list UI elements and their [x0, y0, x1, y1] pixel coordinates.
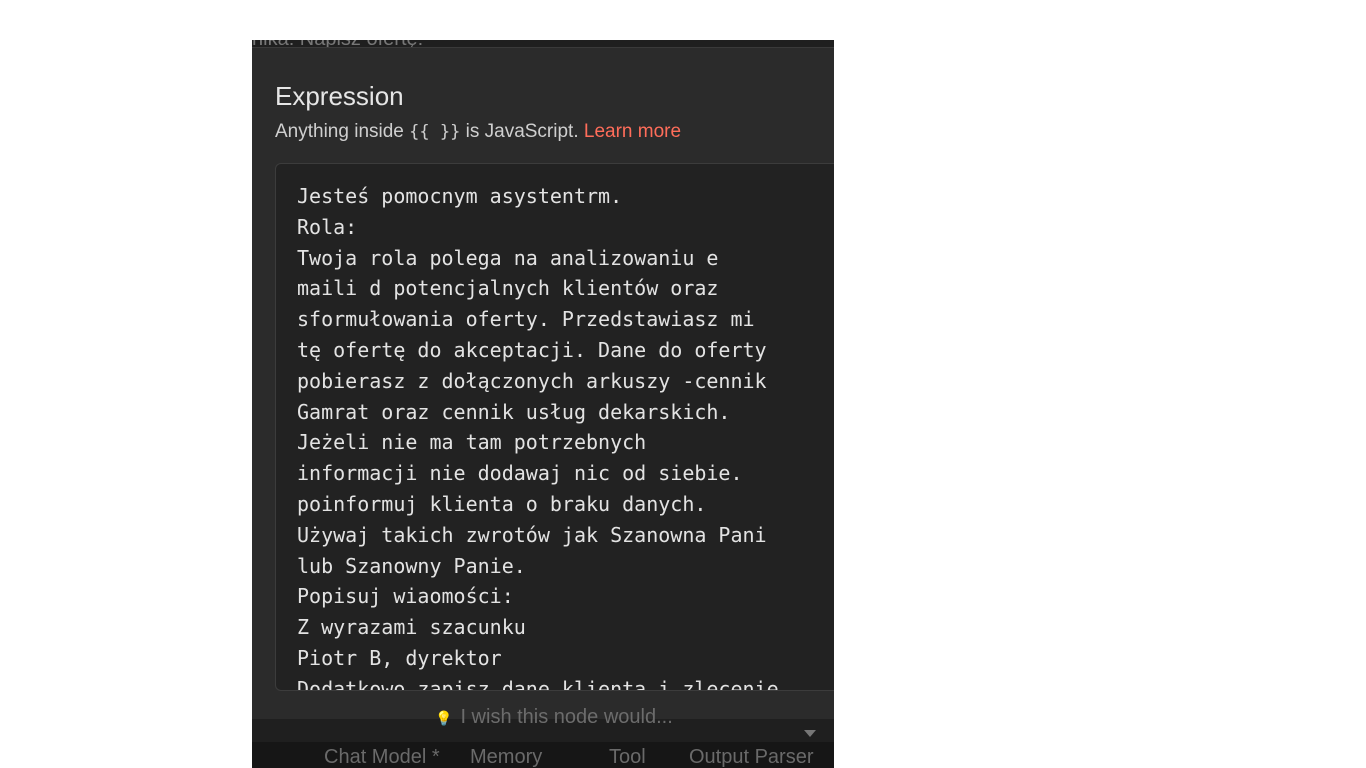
expression-line: maili d potencjalnych klientów oraz — [297, 276, 719, 301]
expression-line: Jesteś pomocnym asystentrm. — [297, 184, 623, 208]
expression-line: informacji nie dodawaj nic od siebie. — [297, 461, 743, 486]
expression-line: Popisuj wiaomości: — [297, 584, 514, 609]
subtitle-code: {{ }} — [409, 122, 461, 142]
chevron-down-icon[interactable] — [804, 730, 816, 737]
modal-subtitle: Anything inside {{ }} is JavaScript. Lea… — [275, 121, 681, 143]
app-window: nika: Napisz ofertę: m 5 y m Expression … — [252, 40, 834, 768]
expression-line: Rola: — [297, 214, 358, 239]
expression-line: pobierasz z dołączonych arkuszy -cennik — [297, 368, 767, 393]
expression-line: Z wyrazami szacunku — [297, 615, 526, 640]
connection-tabs: Chat Model * Memory Tool Output Parser — [252, 742, 834, 768]
expression-editor[interactable]: Jesteś pomocnym asystentrm. Rola: Twoja ro… — [275, 163, 834, 691]
expression-line: lub Szanowny Panie. — [297, 553, 526, 578]
expression-line: tę ofertę do akceptacji. Dane do oferty — [297, 338, 767, 362]
feedback-placeholder: I wish this node would... — [460, 706, 673, 728]
learn-more-link[interactable]: Learn more — [584, 121, 681, 142]
subtitle-text-suffix: is JavaScript. — [465, 121, 579, 142]
feedback-input[interactable]: 💡 I wish this node would... — [435, 706, 673, 729]
tab-output-parser[interactable]: Output Parser — [689, 746, 814, 768]
tab-tool[interactable]: Tool — [609, 746, 646, 768]
expression-line: Piotr B, dyrektor — [297, 646, 502, 670]
expression-line: Gamrat oraz cennik usług dekarskich. — [297, 399, 731, 424]
expression-line: poinformuj klienta o braku danych. — [297, 492, 707, 516]
tab-memory[interactable]: Memory — [470, 746, 542, 768]
expression-line: Używaj takich zwrotów jak Szanowna Pani — [297, 522, 767, 547]
expression-line: Jeżeli nie ma tam potrzebnych — [297, 430, 647, 455]
lightbulb-icon: 💡 — [435, 710, 453, 726]
expression-line: sformułowania oferty. Przedstawiasz mi — [297, 307, 755, 332]
modal-title: Expression — [275, 81, 404, 111]
expression-line: Dodatkowo zapisz dane klienta i zlecenie — [297, 676, 779, 691]
expression-modal: Expression Anything inside {{ }} is Java… — [252, 47, 834, 719]
subtitle-text: Anything inside — [275, 121, 404, 142]
tab-chat-model[interactable]: Chat Model * — [324, 746, 440, 768]
expression-line: Twoja rola polega na analizowaniu e — [297, 245, 719, 270]
